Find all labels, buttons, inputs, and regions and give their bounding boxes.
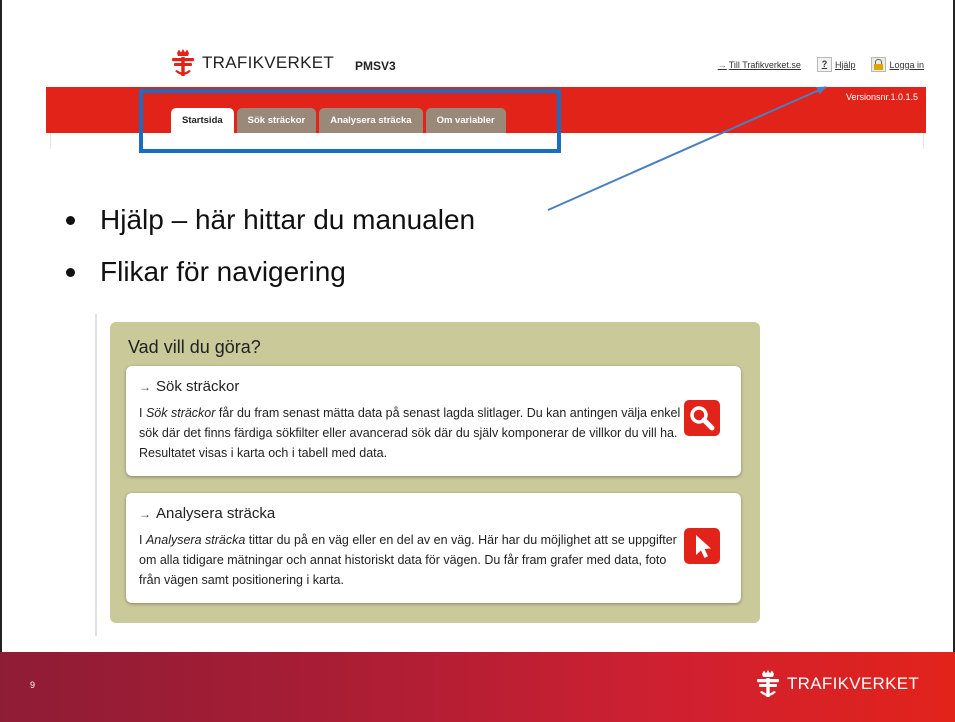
slide-footer: 9 TRAFIKVERKET (0, 652, 955, 722)
card-description: I Sök sträckor får du fram senast mätta … (139, 406, 681, 460)
help-icon: ? (816, 57, 832, 72)
card-emph: Sök sträckor (145, 406, 216, 420)
panel-title: Vad vill du göra? (128, 337, 261, 357)
card-heading[interactable]: → Analysera sträcka (139, 505, 275, 522)
arrow-right-icon: → (139, 506, 151, 521)
panel-left-rule (95, 314, 97, 636)
lock-icon (871, 57, 887, 72)
bullet-dot (66, 215, 75, 225)
card-emph: Analysera sträcka (145, 533, 246, 547)
bullet-list: Hjälp – här hittar du manualen Flikar fö… (62, 194, 475, 298)
version-number: Versionsnr.1.0.1.5 (845, 92, 918, 102)
card-analysera-stracka[interactable]: → Analysera sträcka I Analysera sträcka … (126, 493, 741, 603)
top-links: → Till Trafikverket.se ? Hjälp Logga in (718, 57, 924, 72)
card-sok-strackor[interactable]: → Sök sträckor I Sök sträckor får du fra… (126, 366, 741, 476)
bullet-text: Flikar för navigering (100, 256, 346, 287)
card-description: I Analysera sträcka tittar du på en väg … (139, 533, 677, 587)
link-login-label: Logga in (889, 59, 924, 70)
slide: TRAFIKVERKET PMSV3 → Till Trafikverket.s… (0, 0, 955, 722)
link-help-label: Hjälp (834, 59, 856, 70)
cursor-icon[interactable] (684, 528, 720, 564)
page-number: 9 (30, 680, 36, 690)
bullet-help: Hjälp – här hittar du manualen (62, 194, 475, 246)
card-heading-label: Sök sträckor (156, 378, 240, 395)
footer-logo: TRAFIKVERKET (756, 670, 919, 698)
app-name: PMSV3 (355, 59, 396, 73)
card-heading-label: Analysera sträcka (156, 505, 276, 522)
link-help[interactable]: ? Hjälp (816, 57, 856, 72)
logo-text: TRAFIKVERKET (202, 53, 335, 72)
crown-logo-icon (757, 670, 779, 697)
crown-logo-icon (172, 49, 194, 76)
action-panel: Vad vill du göra? → Sök sträckor I Sök s… (110, 322, 760, 623)
link-trafikverket[interactable]: → Till Trafikverket.se (718, 60, 801, 70)
bullet-dot (66, 267, 75, 277)
arrow-right-icon: → (717, 59, 727, 70)
magnifier-icon[interactable] (684, 400, 720, 436)
slide-border-left (0, 0, 2, 652)
pms-top-bar: TRAFIKVERKET PMSV3 → Till Trafikverket.s… (46, 40, 926, 87)
bullet-tabs: Flikar för navigering (62, 246, 475, 298)
link-trafikverket-label: Till Trafikverket.se (728, 59, 801, 70)
footer-logo-text: TRAFIKVERKET (787, 674, 920, 693)
tabs-highlight-box (139, 89, 561, 153)
card-heading[interactable]: → Sök sträckor (139, 378, 239, 395)
bullet-text: Hjälp – här hittar du manualen (100, 204, 476, 235)
trafikverket-logo[interactable]: TRAFIKVERKET (171, 49, 334, 77)
link-login[interactable]: Logga in (871, 57, 924, 72)
arrow-right-icon: → (139, 379, 151, 394)
